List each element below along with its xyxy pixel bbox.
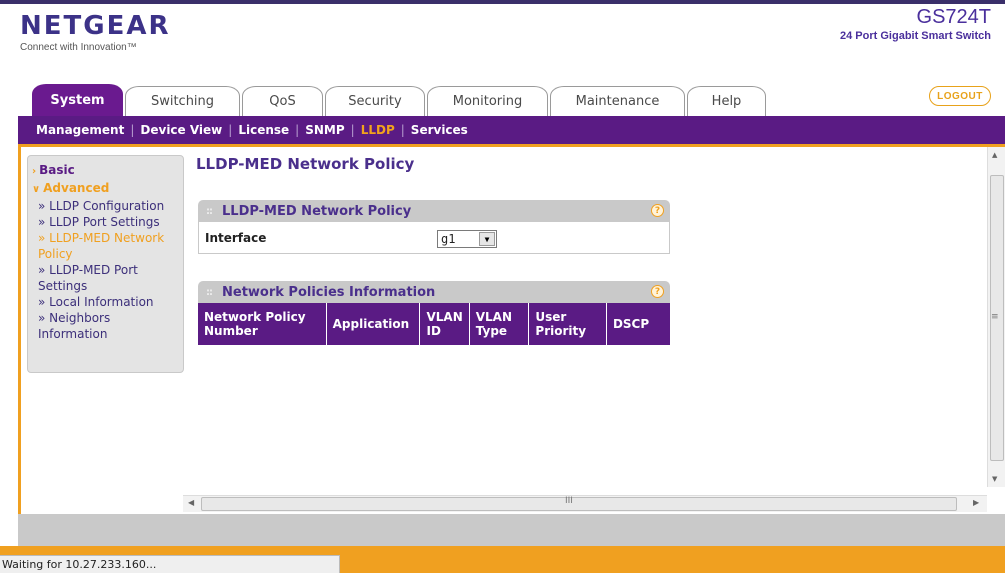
col-application: Application	[326, 303, 421, 345]
sidebar-advanced[interactable]: ∨ Advanced	[32, 180, 179, 198]
subnav-management[interactable]: Management	[30, 123, 130, 137]
col-label-line: Application	[332, 317, 410, 331]
col-vlan-type: VLAN Type	[469, 303, 530, 345]
col-label-line: User	[535, 310, 567, 324]
logout-button[interactable]: LOGOUT	[929, 86, 991, 106]
col-label-line: VLAN	[426, 310, 463, 324]
tab-switching[interactable]: Switching	[125, 86, 240, 116]
sidebar-item-neighbors-information[interactable]: » Neighbors	[32, 310, 179, 326]
sidebar-basic-label: Basic	[39, 163, 75, 177]
tab-security[interactable]: Security	[325, 86, 425, 116]
chevron-right-icon: ›	[32, 166, 37, 177]
info-panel: :: Network Policies Information ? Networ…	[198, 281, 670, 345]
policy-panel-title: LLDP-MED Network Policy	[222, 203, 412, 219]
nav-underline	[18, 144, 1005, 147]
scroll-left-icon[interactable]: ◀	[188, 498, 194, 507]
browser-page: NETGEAR Connect with Innovation™ GS724T …	[0, 0, 1005, 573]
subnav-device-view[interactable]: Device View	[134, 123, 228, 137]
sidebar-item-lldp-configuration[interactable]: » LLDP Configuration	[32, 198, 179, 214]
col-label-line: Priority	[535, 324, 587, 338]
col-network-policy-number: Network Policy Number	[198, 303, 327, 345]
footer-band	[18, 514, 1005, 546]
chevron-down-icon: ∨	[32, 184, 41, 195]
sidebar-item-neighbors-information-cont[interactable]: Information	[32, 326, 179, 342]
sidebar-item-lldp-med-port-settings-cont[interactable]: Settings	[32, 278, 179, 294]
col-label-line: Number	[204, 324, 258, 338]
col-label-line: Type	[475, 324, 508, 338]
subnav-services[interactable]: Services	[405, 123, 474, 137]
policy-panel: :: LLDP-MED Network Policy ? Interface g…	[198, 200, 670, 254]
sidebar-item-lldp-port-settings[interactable]: » LLDP Port Settings	[32, 214, 179, 230]
policy-panel-header: :: LLDP-MED Network Policy ?	[198, 200, 670, 222]
col-user-priority: User Priority	[528, 303, 607, 345]
subnav-license[interactable]: License	[232, 123, 295, 137]
logo-wordmark: NETGEAR	[20, 11, 171, 41]
tab-monitoring[interactable]: Monitoring	[427, 86, 548, 116]
content-area: LLDP-MED Network Policy	[196, 155, 414, 173]
content-left-border	[18, 144, 21, 554]
tab-maintenance[interactable]: Maintenance	[550, 86, 685, 116]
sidebar-item-local-information[interactable]: » Local Information	[32, 294, 179, 310]
grip-icon: ≡	[991, 312, 999, 322]
grip-icon: ::	[206, 286, 213, 298]
page-title: LLDP-MED Network Policy	[196, 155, 415, 173]
sidebar-advanced-label: Advanced	[43, 181, 110, 195]
chevron-down-icon[interactable]: ▼	[479, 232, 495, 246]
info-panel-header: :: Network Policies Information ?	[198, 281, 670, 303]
top-border	[0, 0, 1005, 4]
subnav-lldp[interactable]: LLDP	[355, 123, 401, 137]
vertical-scrollbar[interactable]: ▲ ≡ ▼	[987, 147, 1005, 487]
logo-tagline: Connect with Innovation™	[20, 42, 137, 53]
scroll-grip: III	[565, 496, 573, 506]
sidebar-basic[interactable]: › Basic	[32, 162, 179, 180]
horizontal-scroll-thumb[interactable]	[201, 497, 957, 511]
horizontal-scrollbar[interactable]: ◀ III ▶	[183, 495, 987, 512]
tab-system[interactable]: System	[32, 84, 123, 116]
tab-qos[interactable]: QoS	[242, 86, 323, 116]
scroll-up-icon[interactable]: ▲	[992, 151, 997, 159]
interface-label: Interface	[205, 230, 267, 245]
info-panel-title: Network Policies Information	[222, 284, 436, 300]
model-info: GS724T 24 Port Gigabit Smart Switch	[840, 6, 991, 42]
sidebar: › Basic ∨ Advanced » LLDP Configuration » …	[27, 155, 184, 373]
main-tabs: System Switching QoS Security Monitoring…	[32, 84, 768, 116]
sidebar-item-lldp-med-network-policy[interactable]: » LLDP-MED Network	[32, 230, 179, 246]
status-bar: Waiting for 10.27.233.160...	[0, 555, 340, 573]
col-label-line: ID	[426, 324, 441, 338]
sidebar-item-lldp-med-port-settings[interactable]: » LLDP-MED Port	[32, 262, 179, 278]
tab-help[interactable]: Help	[687, 86, 766, 116]
interface-row: Interface g1 ▼	[198, 222, 670, 254]
col-vlan-id: VLAN ID	[419, 303, 470, 345]
col-label-line: VLAN	[475, 310, 513, 324]
scroll-down-icon[interactable]: ▼	[992, 475, 997, 483]
col-dscp: DSCP	[606, 303, 670, 345]
table-header-row: Network Policy Number Application VLAN ID …	[198, 303, 670, 345]
col-label-line: Network Policy	[204, 310, 306, 324]
help-icon[interactable]: ?	[651, 285, 664, 298]
grip-icon: ::	[206, 205, 213, 217]
model-description: 24 Port Gigabit Smart Switch	[840, 30, 991, 42]
scroll-right-icon[interactable]: ▶	[973, 498, 979, 507]
netgear-logo: NETGEAR Connect with Innovation™	[20, 12, 171, 53]
sub-navigation: Management | Device View | License | SNM…	[18, 116, 1005, 144]
col-label-line: DSCP	[612, 317, 650, 331]
interface-select[interactable]: g1 ▼	[437, 230, 497, 248]
subnav-snmp[interactable]: SNMP	[299, 123, 350, 137]
model-name: GS724T	[916, 6, 991, 28]
network-policies-table: Network Policy Number Application VLAN ID …	[198, 303, 670, 345]
interface-select-value: g1	[441, 232, 456, 246]
sidebar-item-lldp-med-network-policy-cont[interactable]: Policy	[32, 246, 179, 262]
help-icon[interactable]: ?	[651, 204, 664, 217]
